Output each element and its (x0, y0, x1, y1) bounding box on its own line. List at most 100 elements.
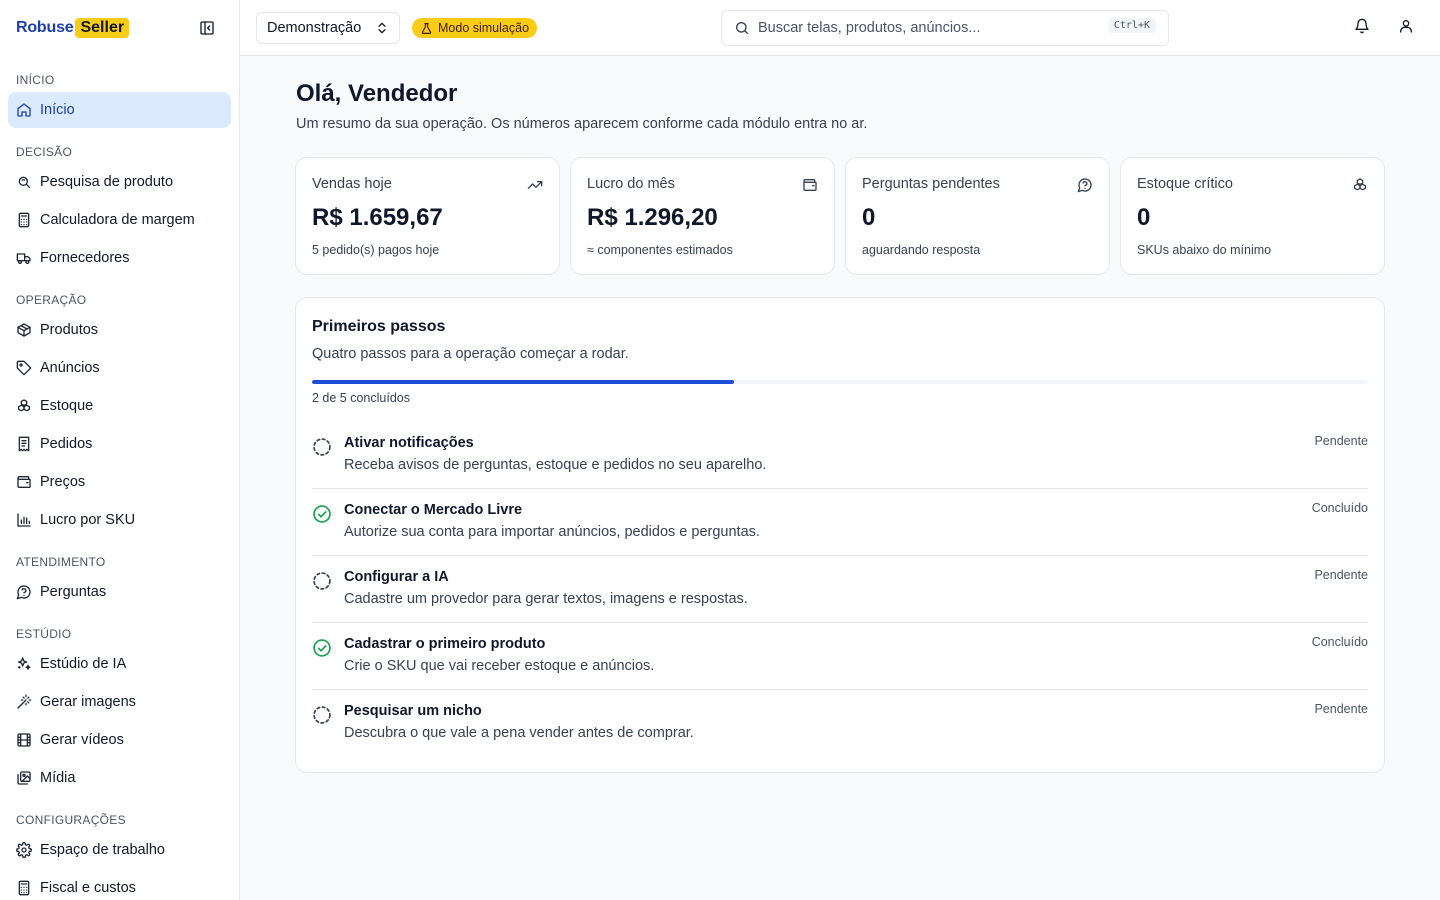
sidebar-item-label: Gerar vídeos (40, 732, 124, 748)
sidebar-item-fornecedores[interactable]: Fornecedores (8, 240, 231, 276)
pending-circle-icon (312, 571, 332, 591)
sidebar-item-label: Início (40, 102, 75, 118)
step-title: Ativar notificações (344, 435, 474, 451)
sidebar-item-lucro-por-sku[interactable]: Lucro por SKU (8, 502, 231, 538)
kpi-card: Lucro do mês R$ 1.296,20 ≈ componentes est… (570, 157, 835, 275)
wallet-icon (802, 177, 818, 193)
boxes-icon (1352, 177, 1368, 193)
search-icon (734, 20, 750, 36)
step-status: Concluído (1311, 635, 1368, 649)
kpi-label: Perguntas pendentes (862, 176, 1000, 192)
brand-tag: Seller (75, 18, 130, 38)
check-circle-icon (312, 504, 332, 524)
question-bubble-icon (16, 584, 32, 600)
sidebar-item-estudio-de-ia[interactable]: Estúdio de IA (8, 646, 231, 682)
onboarding-progress-text: 2 de 5 concluídos (312, 391, 410, 405)
sidebar-item-precos[interactable]: Preços (8, 464, 231, 500)
step-status: Pendente (1314, 434, 1368, 448)
sidebar-item-label: Espaço de trabalho (40, 842, 165, 858)
sidebar-item-label: Pedidos (40, 436, 93, 452)
sidebar-item-label: Pesquisa de produto (40, 174, 174, 190)
sidebar-item-inicio[interactable]: Início (8, 92, 231, 128)
sidebar-toggle-icon[interactable] (196, 17, 218, 39)
sidebar: Robuse Seller INÍCIO Início DECISÃO Pesquis… (0, 0, 240, 900)
kpi-hint: aguardando resposta (862, 243, 981, 257)
sidebar-item-estoque[interactable]: Estoque (8, 388, 231, 424)
kpi-value: 0 (1137, 204, 1151, 231)
step-description: Receba avisos de perguntas, estoque e pe… (344, 457, 767, 473)
onboarding-step[interactable]: Ativar notificações Receba avisos de perg… (312, 422, 1368, 489)
sidebar-section-title: INÍCIO (16, 73, 55, 87)
kpi-hint: ≈ componentes estimados (587, 243, 733, 257)
simulation-badge-label: Modo simulação (438, 21, 530, 35)
step-description: Crie o SKU que vai receber estoque e anú… (344, 658, 655, 674)
onboarding-step[interactable]: Conectar o Mercado Livre Autorize sua con… (312, 489, 1368, 556)
gear-icon (16, 842, 32, 858)
trending-up-icon (527, 177, 543, 193)
sidebar-item-anuncios[interactable]: Anúncios (8, 350, 231, 386)
step-status: Pendente (1314, 568, 1368, 582)
page-subtitle: Um resumo da sua operação. Os números ap… (296, 116, 868, 132)
kpi-hint: 5 pedido(s) pagos hoje (312, 243, 440, 257)
step-title: Configurar a IA (344, 569, 449, 585)
sidebar-section-title: CONFIGURAÇÕES (16, 813, 126, 827)
flask-icon (420, 22, 438, 35)
step-status: Pendente (1314, 702, 1368, 716)
sidebar-item-espaco-de-trabalho[interactable]: Espaço de trabalho (8, 832, 231, 868)
sidebar-item-label: Lucro por SKU (40, 512, 136, 528)
sidebar-item-label: Estúdio de IA (40, 656, 127, 672)
sidebar-item-fiscal-e-custos[interactable]: Fiscal e custos (8, 870, 231, 900)
pending-circle-icon (312, 437, 332, 457)
sidebar-item-label: Produtos (40, 322, 99, 338)
sidebar-item-label: Mídia (40, 770, 76, 786)
sidebar-section-title: OPERAÇÃO (16, 293, 87, 307)
global-search[interactable]: Ctrl+K (721, 10, 1169, 46)
sidebar-item-label: Perguntas (40, 584, 107, 600)
check-circle-icon (312, 638, 332, 658)
onboarding-subtitle: Quatro passos para a operação começar a … (312, 346, 629, 362)
calculator-icon (16, 212, 32, 228)
step-description: Descubra o que vale a pena vender antes … (344, 725, 694, 741)
main-content: Olá, Vendedor Um resumo da sua operação.… (240, 56, 1440, 900)
onboarding-step[interactable]: Configurar a IA Cadastre um provedor para… (312, 556, 1368, 623)
kpi-value: 0 (862, 204, 876, 231)
onboarding-steps: Ativar notificações Receba avisos de perg… (312, 422, 1368, 757)
sidebar-item-calculadora-de-margem[interactable]: Calculadora de margem (8, 202, 231, 238)
onboarding-step[interactable]: Cadastrar o primeiro produto Crie o SKU q… (312, 623, 1368, 690)
truck-icon (16, 250, 32, 266)
user-icon[interactable] (1398, 18, 1418, 38)
sidebar-item-pedidos[interactable]: Pedidos (8, 426, 231, 462)
sidebar-section-title: ESTÚDIO (16, 627, 72, 641)
home-icon (16, 102, 32, 118)
sidebar-item-perguntas[interactable]: Perguntas (8, 574, 231, 610)
step-status: Concluído (1311, 501, 1368, 515)
sidebar-item-produtos[interactable]: Produtos (8, 312, 231, 348)
bell-icon[interactable] (1354, 18, 1374, 38)
kpi-value: R$ 1.296,20 (587, 204, 718, 231)
kpi-label: Lucro do mês (587, 176, 675, 192)
kpi-card: Vendas hoje R$ 1.659,67 5 pedido(s) pagos … (295, 157, 560, 275)
boxes-icon (16, 398, 32, 414)
search-shortcut: Ctrl+K (1107, 18, 1156, 33)
sidebar-item-pesquisa-de-produto[interactable]: Pesquisa de produto (8, 164, 231, 200)
sidebar-item-gerar-videos[interactable]: Gerar vídeos (8, 722, 231, 758)
page-title: Olá, Vendedor (296, 80, 458, 107)
simulation-badge: Modo simulação (412, 18, 538, 38)
tag-icon (16, 360, 32, 376)
sidebar-item-gerar-imagens[interactable]: Gerar imagens (8, 684, 231, 720)
calculator-icon (16, 880, 32, 896)
chevron-up-down-icon (375, 21, 389, 35)
kpi-value: R$ 1.659,67 (312, 204, 443, 231)
search-input[interactable] (758, 20, 1088, 36)
kpi-label: Estoque crítico (1137, 176, 1233, 192)
step-title: Pesquisar um nicho (344, 703, 482, 719)
sidebar-item-midia[interactable]: Mídia (8, 760, 231, 796)
sidebar-item-label: Calculadora de margem (40, 212, 195, 228)
onboarding-step[interactable]: Pesquisar um nicho Descubra o que vale a … (312, 690, 1368, 757)
sidebar-item-label: Preços (40, 474, 86, 490)
brand-logo[interactable]: Robuse Seller (0, 0, 239, 56)
sidebar-item-label: Estoque (40, 398, 94, 414)
sparkles-icon (16, 656, 32, 672)
film-icon (16, 732, 32, 748)
workspace-selector[interactable]: Demonstração (256, 12, 400, 44)
